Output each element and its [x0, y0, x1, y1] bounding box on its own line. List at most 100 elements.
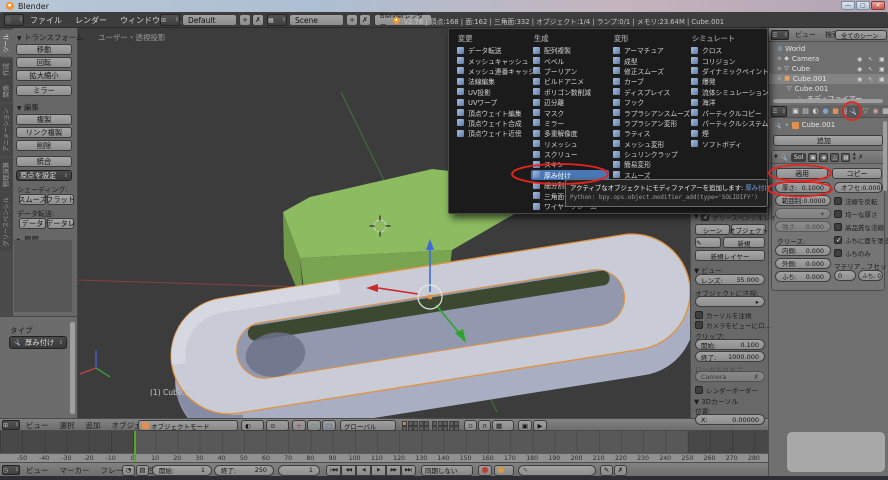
option-checkbox[interactable]: ふちに面を張る: [834, 235, 888, 245]
menu-item[interactable]: ポリゴン数削減: [531, 87, 609, 97]
material-offset-rim-field[interactable]: ふち: 0: [858, 270, 883, 281]
menu-item[interactable]: ビルドアニメ: [531, 76, 609, 86]
menu-item[interactable]: UVワープ: [455, 97, 529, 107]
delete-keyframe-icon[interactable]: ✗: [614, 465, 627, 476]
lens-field[interactable]: レンズ:35.000: [695, 274, 765, 285]
thickness-field[interactable]: 厚さ:0.1000: [775, 182, 831, 193]
editor-type-button[interactable]: ⓘ⇕: [4, 14, 24, 26]
menu-item[interactable]: ブーリアン: [531, 66, 609, 76]
menu-item[interactable]: 流体シミュレーション: [689, 87, 767, 97]
menu-item[interactable]: パーティクルコピー: [689, 107, 767, 117]
menu-item[interactable]: UV投影: [455, 87, 529, 97]
menu-item[interactable]: ミラー: [531, 118, 609, 128]
menu-item[interactable]: 爆発: [689, 76, 767, 86]
tool-button[interactable]: 回転: [16, 57, 72, 68]
panel-title-transform[interactable]: ▼ トランスフォーム: [17, 32, 84, 43]
tool-button[interactable]: リンク複製: [16, 127, 72, 138]
menu-item[interactable]: レンダー: [75, 15, 107, 26]
shelf-tab[interactable]: グリースペンシル: [0, 193, 13, 251]
shelf-tab[interactable]: ツール: [0, 30, 13, 57]
menu-item[interactable]: メッシュキャッシュ: [455, 55, 529, 65]
lock-camera-checkbox[interactable]: カメラをビューにロ...: [695, 320, 771, 330]
render-restrict-icon[interactable]: ▣: [879, 66, 885, 73]
frame-start-field[interactable]: 開始:1: [152, 465, 212, 476]
outliner-row-mesh-data[interactable]: ▽Cube.001: [769, 84, 888, 94]
timeline-editor-icon[interactable]: ◷⇕: [2, 465, 20, 475]
eye-icon[interactable]: ◉: [857, 66, 862, 73]
cursor-icon[interactable]: ↖: [868, 76, 873, 83]
option-checkbox[interactable]: 高品質な法線: [834, 222, 884, 232]
eyedropper-icon[interactable]: ▸: [756, 298, 759, 306]
outliner-row-camera[interactable]: ⊕◆Camera ◉↖▣: [769, 54, 888, 64]
insert-keyframe-icon[interactable]: ✎: [600, 465, 613, 476]
gp-checkbox[interactable]: [701, 213, 709, 221]
keying-set-field[interactable]: ✎: [518, 465, 596, 476]
add-layout-button[interactable]: +: [239, 14, 251, 26]
scale-manipulator-icon[interactable]: □: [322, 420, 336, 431]
record-button[interactable]: [478, 465, 492, 476]
range-lock-icon[interactable]: ◔: [122, 465, 135, 476]
viewport-menu-item[interactable]: 選択: [60, 420, 75, 431]
menu-item[interactable]: スキン: [531, 159, 609, 169]
transfer-button[interactable]: データレ: [47, 218, 74, 229]
shading-button[interactable]: フラット: [47, 194, 74, 205]
operator-dropdown[interactable]: 厚み付け⇕: [9, 336, 67, 349]
crease-field[interactable]: ふち:0.000: [775, 271, 831, 282]
delete-layout-button[interactable]: ✗: [252, 14, 264, 26]
screen-layout-field[interactable]: Default: [182, 14, 237, 26]
transfer-button[interactable]: データ: [19, 218, 46, 229]
menu-item[interactable]: ラプラシアン変形: [611, 118, 687, 128]
tool-button[interactable]: 削除: [16, 140, 72, 151]
delete-scene-button[interactable]: ✗: [359, 14, 371, 26]
prev-keyframe-button[interactable]: ◀◀: [341, 465, 356, 476]
menu-item[interactable]: ウィンドウ: [120, 15, 160, 26]
add-scene-button[interactable]: +: [346, 14, 358, 26]
opengl-render-icon[interactable]: ▣: [518, 420, 532, 431]
menu-item[interactable]: ファイル: [30, 15, 62, 26]
apply-button[interactable]: 適用: [776, 168, 828, 179]
jump-start-button[interactable]: |◀◀: [326, 465, 341, 476]
menu-item[interactable]: 修正スムーズ: [611, 66, 687, 76]
snap-element-select[interactable]: ▦⇕: [492, 420, 514, 431]
set-origin-dropdown[interactable]: 原点を設定⇕: [16, 170, 72, 181]
menu-item[interactable]: リメッシュ: [531, 139, 609, 149]
shading-select[interactable]: ◐⇕: [241, 420, 264, 431]
timeline-ruler[interactable]: -50-40-30-20-100102030405060708090100110…: [0, 453, 768, 462]
add-modifier-button[interactable]: 追加⇕: [773, 135, 883, 146]
breadcrumb-object-name[interactable]: Cube.001: [802, 121, 836, 129]
shelf-scrollbar[interactable]: [70, 322, 75, 414]
screen-browse-icon[interactable]: ⊞⇕: [160, 14, 180, 26]
menu-item[interactable]: 辺分離: [531, 97, 609, 107]
layers-widget-2[interactable]: [432, 421, 459, 431]
minimize-button[interactable]: —: [841, 1, 855, 10]
maximize-button[interactable]: ▢: [856, 1, 870, 10]
menu-item[interactable]: 煙: [689, 128, 767, 138]
menu-item[interactable]: ラプラシアンスムーズ: [611, 107, 687, 117]
join-button[interactable]: 統合: [16, 156, 72, 167]
menu-item[interactable]: 頂点ウェイト近傍: [455, 128, 529, 138]
viewport-editor-icon[interactable]: ⊞⇕: [2, 420, 20, 430]
snap-magnet-icon[interactable]: ∩: [478, 420, 491, 431]
eye-icon[interactable]: ◉: [857, 56, 862, 63]
outliner-scrollbar[interactable]: [773, 99, 883, 103]
option-checkbox[interactable]: 均一な厚さ: [834, 209, 878, 219]
next-keyframe-button[interactable]: ▶▶: [386, 465, 401, 476]
properties-editor-icon[interactable]: ☰⇕: [771, 106, 787, 117]
menu-item[interactable]: 簡易変形: [611, 159, 687, 169]
data-tab-icon[interactable]: [861, 106, 870, 117]
menu-item[interactable]: ソフトボディ: [689, 139, 767, 149]
modifiers-tab-icon[interactable]: [847, 106, 859, 117]
menu-item[interactable]: ラティス: [611, 128, 687, 138]
keying-set-select[interactable]: ⇕: [494, 465, 514, 476]
menu-item[interactable]: メッシュ変形: [611, 139, 687, 149]
factor-field[interactable]: 強さ:0.000: [775, 221, 831, 232]
render-toggle-icon[interactable]: ▣: [808, 153, 817, 162]
editmode-toggle-icon[interactable]: △: [830, 153, 839, 162]
clip-start-field[interactable]: 開始:0.100: [695, 339, 765, 350]
clamp-field[interactable]: 範囲制:0.0000: [775, 195, 831, 206]
gp-tab[interactable]: オブジェクト: [731, 224, 766, 235]
cage-toggle-icon[interactable]: ▦: [841, 153, 850, 162]
menu-item[interactable]: ダイナミックペイント: [689, 66, 767, 76]
outliner-row-cube001[interactable]: ⊖■Cube.001 ◉↖▣: [769, 74, 888, 84]
modifier-name-field[interactable]: Sol: [791, 153, 807, 162]
